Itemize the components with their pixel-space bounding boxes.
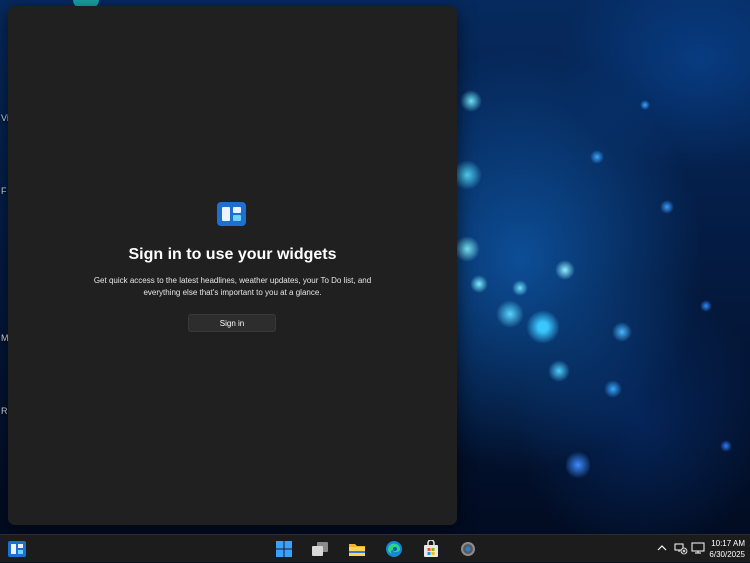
widgets-icon[interactable]	[8, 540, 26, 558]
wallpaper-orb	[700, 300, 712, 312]
display-icon[interactable]	[691, 541, 705, 555]
sign-in-button[interactable]: Sign in	[188, 314, 276, 332]
chevron-up-icon[interactable]	[656, 541, 668, 555]
wallpaper-orb	[555, 260, 575, 280]
wallpaper-orb	[612, 322, 632, 342]
wallpaper-orb	[526, 310, 560, 344]
wallpaper-orb	[604, 380, 622, 398]
taskbar: 10:17 AM 6/30/2025	[0, 534, 750, 562]
network-offline-icon[interactable]	[674, 541, 688, 555]
widgets-description: Get quick access to the latest headlines…	[78, 275, 387, 299]
settings-icon[interactable]	[459, 540, 477, 558]
wallpaper-orb	[566, 450, 590, 480]
wallpaper-orb	[460, 90, 482, 112]
task-view-icon[interactable]	[311, 540, 329, 558]
desktop-icon-label[interactable]: R	[1, 406, 8, 416]
store-icon[interactable]	[422, 539, 440, 558]
start-icon[interactable]	[275, 540, 293, 558]
wallpaper-orb	[720, 440, 732, 452]
description-line: Get quick access to the latest headlines…	[93, 276, 372, 285]
wallpaper-orb	[512, 280, 528, 296]
description-line: everything else that's important to you …	[143, 288, 322, 297]
wallpaper-orb	[454, 236, 480, 262]
widgets-icon	[217, 202, 246, 226]
widgets-panel	[8, 6, 457, 525]
wallpaper-orb	[548, 360, 570, 382]
clock-date[interactable]: 6/30/2025	[709, 550, 745, 559]
wallpaper-orb	[640, 100, 650, 110]
wallpaper-orb	[470, 275, 488, 293]
wallpaper-orb	[660, 200, 674, 214]
edge-icon[interactable]	[385, 540, 403, 558]
clock-time[interactable]: 10:17 AM	[711, 539, 745, 548]
widgets-title: Sign in to use your widgets	[128, 246, 337, 263]
desktop-icon-label[interactable]: F	[1, 186, 7, 196]
file-explorer-icon[interactable]	[348, 540, 366, 558]
wallpaper-orb	[496, 300, 524, 328]
wallpaper-orb	[590, 150, 604, 164]
